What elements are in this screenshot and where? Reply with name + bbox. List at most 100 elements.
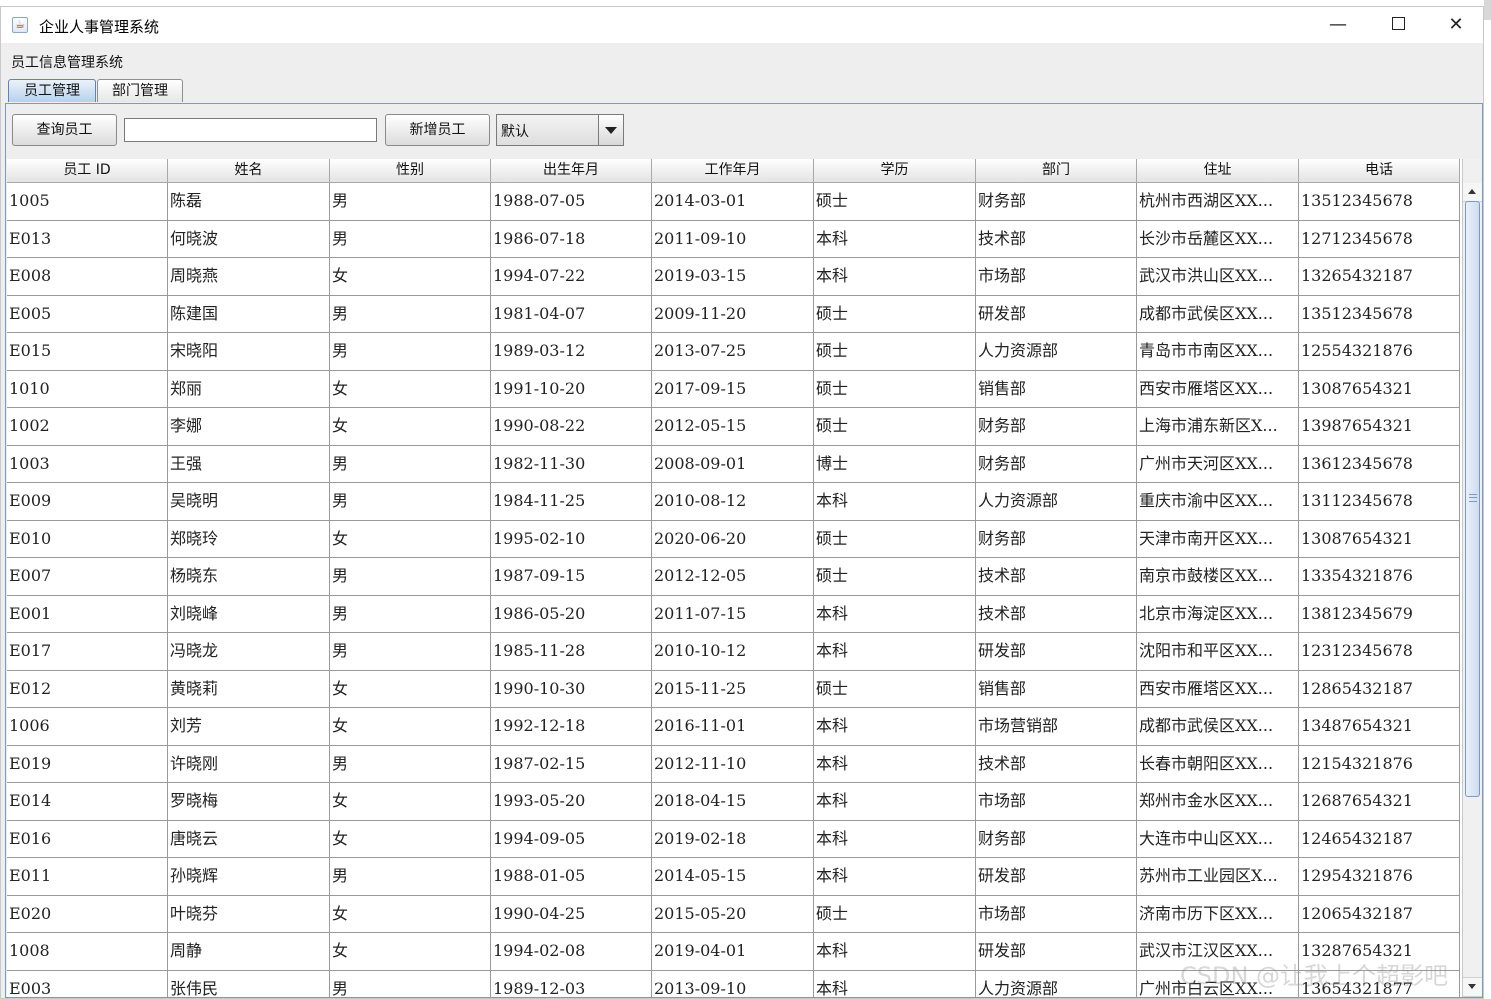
table-cell[interactable]: 男 [330, 333, 491, 371]
table-cell[interactable]: 本科 [814, 633, 976, 671]
table-cell[interactable]: 12954321876 [1299, 858, 1460, 896]
table-cell[interactable]: 本科 [814, 708, 976, 746]
table-cell[interactable]: 武汉市洪山区XX... [1137, 258, 1299, 296]
table-cell[interactable]: 本科 [814, 783, 976, 821]
table-cell[interactable]: 1990-10-30 [491, 670, 652, 708]
table-cell[interactable]: 2019-04-01 [652, 933, 814, 971]
table-cell[interactable]: 1994-07-22 [491, 258, 652, 296]
table-cell[interactable]: 12712345678 [1299, 220, 1460, 258]
search-input[interactable] [124, 118, 377, 142]
table-cell[interactable]: 青岛市市南区XX... [1137, 333, 1299, 371]
column-header[interactable]: 姓名 [168, 159, 330, 183]
table-cell[interactable]: E015 [7, 333, 168, 371]
table-cell[interactable]: 1985-11-28 [491, 633, 652, 671]
table-cell[interactable]: 孙晓辉 [168, 858, 330, 896]
table-row[interactable]: E011 孙晓辉男 1988-01-05 2014-05-15 本科 研发部 苏州市工业园区… [7, 858, 1460, 896]
column-header[interactable]: 性别 [330, 159, 491, 183]
table-cell[interactable]: 1994-02-08 [491, 933, 652, 971]
column-header[interactable]: 学历 [814, 159, 976, 183]
table-cell[interactable]: 女 [330, 370, 491, 408]
vertical-scrollbar[interactable] [1462, 159, 1482, 997]
table-cell[interactable]: 技术部 [976, 595, 1137, 633]
table-cell[interactable]: 1994-09-05 [491, 820, 652, 858]
table-cell[interactable]: 男 [330, 970, 491, 997]
table-cell[interactable]: 女 [330, 708, 491, 746]
table-cell[interactable]: 市场部 [976, 258, 1137, 296]
table-cell[interactable]: 硕士 [814, 370, 976, 408]
table-row[interactable]: E010 郑晓玲女 1995-02-10 2020-06-20 硕士 财务部 天津市南开区X… [7, 520, 1460, 558]
table-cell[interactable]: 1986-07-18 [491, 220, 652, 258]
table-cell[interactable]: 重庆市渝中区XX... [1137, 483, 1299, 521]
table-cell[interactable]: 人力资源部 [976, 483, 1137, 521]
table-cell[interactable]: 陈磊 [168, 183, 330, 221]
table-cell[interactable]: E013 [7, 220, 168, 258]
table-cell[interactable]: 2017-09-15 [652, 370, 814, 408]
scroll-down-arrow-icon[interactable] [1463, 977, 1482, 997]
table-cell[interactable]: 财务部 [976, 520, 1137, 558]
table-cell[interactable]: 13512345678 [1299, 183, 1460, 221]
table-row[interactable]: 1006 刘芳女 1992-12-18 2016-11-01 本科 市场营销部 成都市武侯区… [7, 708, 1460, 746]
table-cell[interactable]: 1003 [7, 445, 168, 483]
table-cell[interactable]: 12465432187 [1299, 820, 1460, 858]
table-cell[interactable]: 广州市天河区XX... [1137, 445, 1299, 483]
maximize-button[interactable] [1369, 7, 1427, 43]
table-cell[interactable]: 12554321876 [1299, 333, 1460, 371]
table-cell[interactable]: 13612345678 [1299, 445, 1460, 483]
table-cell[interactable]: 2020-06-20 [652, 520, 814, 558]
table-row[interactable]: 1003 王强男 1982-11-30 2008-09-01 博士 财务部 广州市天河区XX… [7, 445, 1460, 483]
table-cell[interactable]: 1990-04-25 [491, 895, 652, 933]
table-cell[interactable]: 2015-11-25 [652, 670, 814, 708]
table-cell[interactable]: 13812345679 [1299, 595, 1460, 633]
table-cell[interactable]: 上海市浦东新区X... [1137, 408, 1299, 446]
table-row[interactable]: E019 许晓刚男 1987-02-15 2012-11-10 本科 技术部 长春市朝阳区X… [7, 745, 1460, 783]
table-cell[interactable]: 2009-11-20 [652, 295, 814, 333]
close-button[interactable]: ✕ [1427, 7, 1483, 43]
table-row[interactable]: E020 叶晓芬女 1990-04-25 2015-05-20 硕士 市场部 济南市历下区X… [7, 895, 1460, 933]
table-cell[interactable]: 1008 [7, 933, 168, 971]
table-cell[interactable]: 13112345678 [1299, 483, 1460, 521]
table-cell[interactable]: 刘芳 [168, 708, 330, 746]
title-bar[interactable]: ☕ 企业人事管理系统 — ✕ [1, 7, 1483, 43]
table-cell[interactable]: 本科 [814, 933, 976, 971]
table-cell[interactable]: 13087654321 [1299, 520, 1460, 558]
add-employee-button[interactable]: 新增员工 [385, 114, 490, 146]
table-cell[interactable]: 1991-10-20 [491, 370, 652, 408]
table-cell[interactable]: 财务部 [976, 408, 1137, 446]
table-cell[interactable]: 硕士 [814, 670, 976, 708]
table-cell[interactable]: 长春市朝阳区XX... [1137, 745, 1299, 783]
table-cell[interactable]: 2011-09-10 [652, 220, 814, 258]
table-row[interactable]: E016 唐晓云女 1994-09-05 2019-02-18 本科 财务部 大连市中山区X… [7, 820, 1460, 858]
table-row[interactable]: 1002 李娜女 1990-08-22 2012-05-15 硕士 财务部 上海市浦东新区X… [7, 408, 1460, 446]
table-cell[interactable]: 2010-10-12 [652, 633, 814, 671]
tab-department-management[interactable]: 部门管理 [97, 79, 183, 102]
table-row[interactable]: 1010 郑丽女 1991-10-20 2017-09-15 硕士 销售部 西安市雁塔区XX… [7, 370, 1460, 408]
table-cell[interactable]: 北京市海淀区XX... [1137, 595, 1299, 633]
table-cell[interactable]: 1005 [7, 183, 168, 221]
table-cell[interactable]: 人力资源部 [976, 333, 1137, 371]
table-cell[interactable]: 1982-11-30 [491, 445, 652, 483]
table-cell[interactable]: 本科 [814, 970, 976, 997]
table-cell[interactable]: 12065432187 [1299, 895, 1460, 933]
table-cell[interactable]: 李娜 [168, 408, 330, 446]
table-cell[interactable]: 本科 [814, 595, 976, 633]
table-cell[interactable]: 销售部 [976, 370, 1137, 408]
table-cell[interactable]: E005 [7, 295, 168, 333]
table-cell[interactable]: 女 [330, 895, 491, 933]
table-cell[interactable]: E010 [7, 520, 168, 558]
table-cell[interactable]: 13265432187 [1299, 258, 1460, 296]
table-cell[interactable]: 本科 [814, 858, 976, 896]
table-cell[interactable]: E009 [7, 483, 168, 521]
table-cell[interactable]: 2008-09-01 [652, 445, 814, 483]
table-cell[interactable]: 13487654321 [1299, 708, 1460, 746]
column-header[interactable]: 员工 ID [7, 159, 168, 183]
table-cell[interactable]: 1988-01-05 [491, 858, 652, 896]
table-cell[interactable]: 郑州市金水区XX... [1137, 783, 1299, 821]
table-cell[interactable]: 罗晓梅 [168, 783, 330, 821]
table-cell[interactable]: 2019-02-18 [652, 820, 814, 858]
table-cell[interactable]: 1988-07-05 [491, 183, 652, 221]
table-cell[interactable]: 成都市武侯区XX... [1137, 295, 1299, 333]
table-cell[interactable]: 硕士 [814, 183, 976, 221]
table-cell[interactable]: 1989-12-03 [491, 970, 652, 997]
minimize-button[interactable]: — [1309, 7, 1367, 43]
table-cell[interactable]: 男 [330, 183, 491, 221]
